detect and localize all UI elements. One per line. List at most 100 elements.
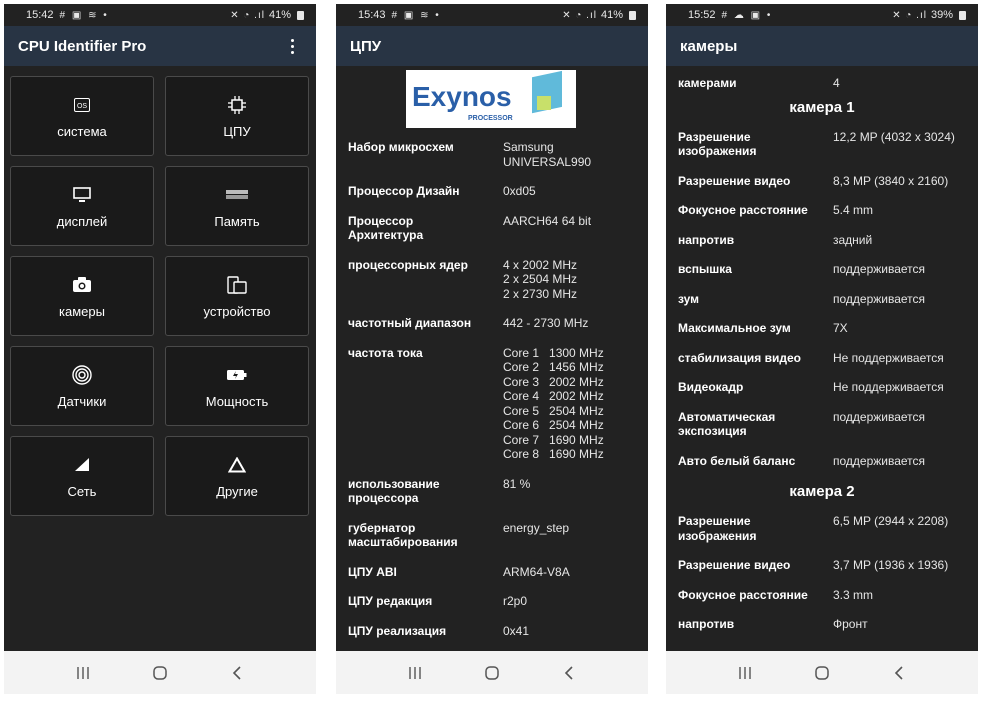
system-nav-bar — [666, 651, 978, 694]
system-nav-bar — [336, 651, 648, 694]
tile-cpu[interactable]: ЦПУ — [165, 76, 309, 156]
tile-display[interactable]: дисплей — [10, 166, 154, 246]
battery-icon — [959, 10, 966, 20]
exynos-logo: Exynos PROCESSOR — [406, 70, 576, 128]
back-icon[interactable] — [225, 661, 249, 685]
info-row: Авто белый баланс поддерживается — [678, 454, 966, 469]
info-key: Автоматическая экспозиция — [678, 409, 776, 439]
status-time: 15:52 — [688, 9, 716, 21]
info-row: частотный диапазон 442 - 2730 MHz — [348, 316, 636, 331]
cpu-icon — [228, 94, 246, 116]
info-key: использование процессора — [348, 476, 440, 506]
status-time: 15:42 — [26, 9, 54, 21]
tile-label: Память — [214, 213, 260, 229]
app-bar: CPU Identifier Pro — [4, 26, 316, 66]
info-row: Процессор Архитектура AARCH64 64 bit — [348, 214, 636, 243]
info-row: ЦПУ реализация 0x41 — [348, 624, 636, 639]
tile-memory[interactable]: Память — [165, 166, 309, 246]
info-row: Разрешение видео 3,7 MP (1936 x 1936) — [678, 558, 966, 573]
info-row: Фокусное расстояние 3.3 mm — [678, 588, 966, 603]
tile-other[interactable]: Другие — [165, 436, 309, 516]
info-key: ЦПУ реализация — [348, 623, 447, 638]
info-value: 4 x 2002 MHz 2 x 2504 MHz 2 x 2730 MHz — [503, 257, 578, 301]
info-row: Разрешение видео 8,3 MP (3840 x 2160) — [678, 174, 966, 189]
info-row: Процессор Дизайн 0xd05 — [348, 184, 636, 199]
category-grid-area: OS система ЦПУ дисплей Память камеры уст… — [4, 66, 316, 651]
info-value: 5.4 mm — [833, 203, 874, 217]
tile-network[interactable]: Сеть — [10, 436, 154, 516]
back-icon[interactable] — [887, 661, 911, 685]
tile-label: камеры — [59, 303, 105, 319]
info-key: частотный диапазон — [348, 316, 472, 330]
overflow-menu-icon[interactable] — [282, 36, 302, 56]
recent-apps-icon[interactable] — [71, 661, 95, 685]
home-icon[interactable] — [810, 661, 834, 685]
info-value: 3,7 MP (1936 x 1936) — [833, 558, 949, 572]
tile-label: ЦПУ — [223, 123, 251, 139]
info-key: губернатор масштабирования — [348, 520, 458, 550]
category-grid: OS система ЦПУ дисплей Память камеры уст… — [10, 76, 310, 516]
info-value: Фронт — [833, 617, 868, 631]
info-value: задний — [833, 232, 873, 247]
status-bar: 15:43 # ▣ ≋ • ✕ ◔ .ıl 41% — [336, 4, 648, 26]
phone-screen-cpu: 15:43 # ▣ ≋ • ✕ ◔ .ıl 41% ЦПУ Exynos PRO… — [336, 4, 648, 694]
info-row: ЦПУ редакция r2p0 — [348, 594, 636, 609]
system-nav-bar — [4, 651, 316, 694]
info-row: частота тока Core 1 1300 MHz Core 2 1456 … — [348, 346, 636, 462]
back-icon[interactable] — [557, 661, 581, 685]
tile-power[interactable]: Мощность — [165, 346, 309, 426]
logo-brand-text: Exynos — [412, 81, 512, 112]
tile-label: дисплей — [56, 213, 108, 229]
notification-icons: # ☁ ▣ • — [721, 9, 773, 21]
tile-system[interactable]: OS система — [10, 76, 154, 156]
tile-label: устройство — [203, 303, 271, 319]
tile-label: Другие — [216, 483, 258, 499]
info-value: 8,3 MP (3840 x 2160) — [833, 173, 949, 188]
info-value: ARM64-V8A — [503, 564, 570, 579]
signal-icon — [74, 454, 90, 476]
info-key: Разрешение изображения — [678, 129, 757, 159]
info-value: 0x41 — [503, 623, 530, 638]
info-value: 4 — [833, 76, 840, 90]
home-icon[interactable] — [148, 661, 172, 685]
info-key: зум — [678, 291, 700, 306]
tile-sensors[interactable]: Датчики — [10, 346, 154, 426]
info-value: r2p0 — [503, 594, 528, 608]
app-title: CPU Identifier Pro — [18, 37, 147, 55]
battery-percent: 41% — [600, 9, 623, 21]
info-key: Фокусное расстояние — [678, 587, 808, 602]
tile-device[interactable]: устройство — [165, 256, 309, 336]
info-row: вспышка поддерживается — [678, 262, 966, 277]
info-value: 442 - 2730 MHz — [503, 316, 589, 330]
status-time: 15:43 — [358, 9, 386, 21]
phone-screen-cameras: 15:52 # ☁ ▣ • ✕ ◔ .ıl 39% камеры камерам… — [666, 4, 978, 694]
info-row: камерами 4 — [678, 76, 966, 91]
camera-info-list: камерами 4 камера 1 Разрешение изображения 1… — [666, 66, 978, 651]
tile-cameras[interactable]: камеры — [10, 256, 154, 336]
home-icon[interactable] — [480, 661, 504, 685]
recent-apps-icon[interactable] — [403, 661, 427, 685]
battery-icon — [629, 10, 636, 20]
info-value: 7X — [833, 321, 848, 335]
info-key: Разрешение видео — [678, 173, 791, 188]
info-row: процессорных ядер 4 x 2002 MHz 2 x 2504 M… — [348, 258, 636, 302]
info-value: Core 1 1300 MHz Core 2 1456 MHz Core 3 2… — [503, 345, 604, 462]
info-key: Максимальное зум — [678, 321, 791, 335]
info-row: напротив Фронт — [678, 617, 966, 632]
info-key: Набор микросхем — [348, 140, 454, 154]
tile-label: система — [57, 123, 107, 139]
app-bar: камеры — [666, 26, 978, 66]
info-row: напротив задний — [678, 233, 966, 248]
info-key: процессорных ядер — [348, 257, 468, 272]
info-row: Набор микросхем Samsung UNIVERSAL990 — [348, 140, 636, 169]
camera-section-title: камера 1 — [789, 98, 855, 116]
status-bar: 15:52 # ☁ ▣ • ✕ ◔ .ıl 39% — [666, 4, 978, 26]
recent-apps-icon[interactable] — [733, 661, 757, 685]
camera-rows: камерами 4 камера 1 Разрешение изображения 1… — [666, 76, 978, 647]
info-key: Фокусное расстояние — [678, 203, 808, 217]
camera-icon — [73, 274, 91, 296]
info-value: Не поддерживается — [833, 380, 944, 394]
info-value: поддерживается — [833, 262, 926, 276]
info-row: ЦПУ ABI ARM64-V8A — [348, 565, 636, 580]
triangle-icon — [228, 454, 246, 476]
